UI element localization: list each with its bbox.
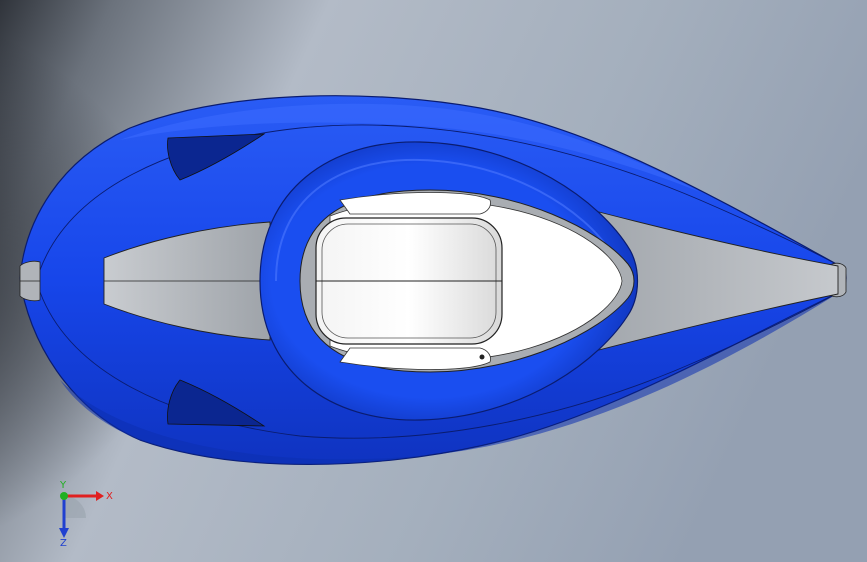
nose-cone bbox=[19, 260, 41, 302]
model-view[interactable] bbox=[0, 0, 867, 562]
y-axis-label: Y bbox=[59, 480, 67, 491]
3d-graphics-viewport[interactable]: X Y Z bbox=[0, 0, 867, 562]
y-axis-dot bbox=[60, 492, 68, 500]
z-axis-label: Z bbox=[60, 538, 67, 548]
reference-triad: X Y Z bbox=[59, 480, 113, 548]
x-axis-head bbox=[96, 491, 104, 501]
z-axis-head bbox=[59, 528, 69, 538]
triad-plane bbox=[64, 496, 86, 518]
x-axis-label: X bbox=[106, 491, 113, 502]
canopy[interactable] bbox=[315, 217, 503, 345]
